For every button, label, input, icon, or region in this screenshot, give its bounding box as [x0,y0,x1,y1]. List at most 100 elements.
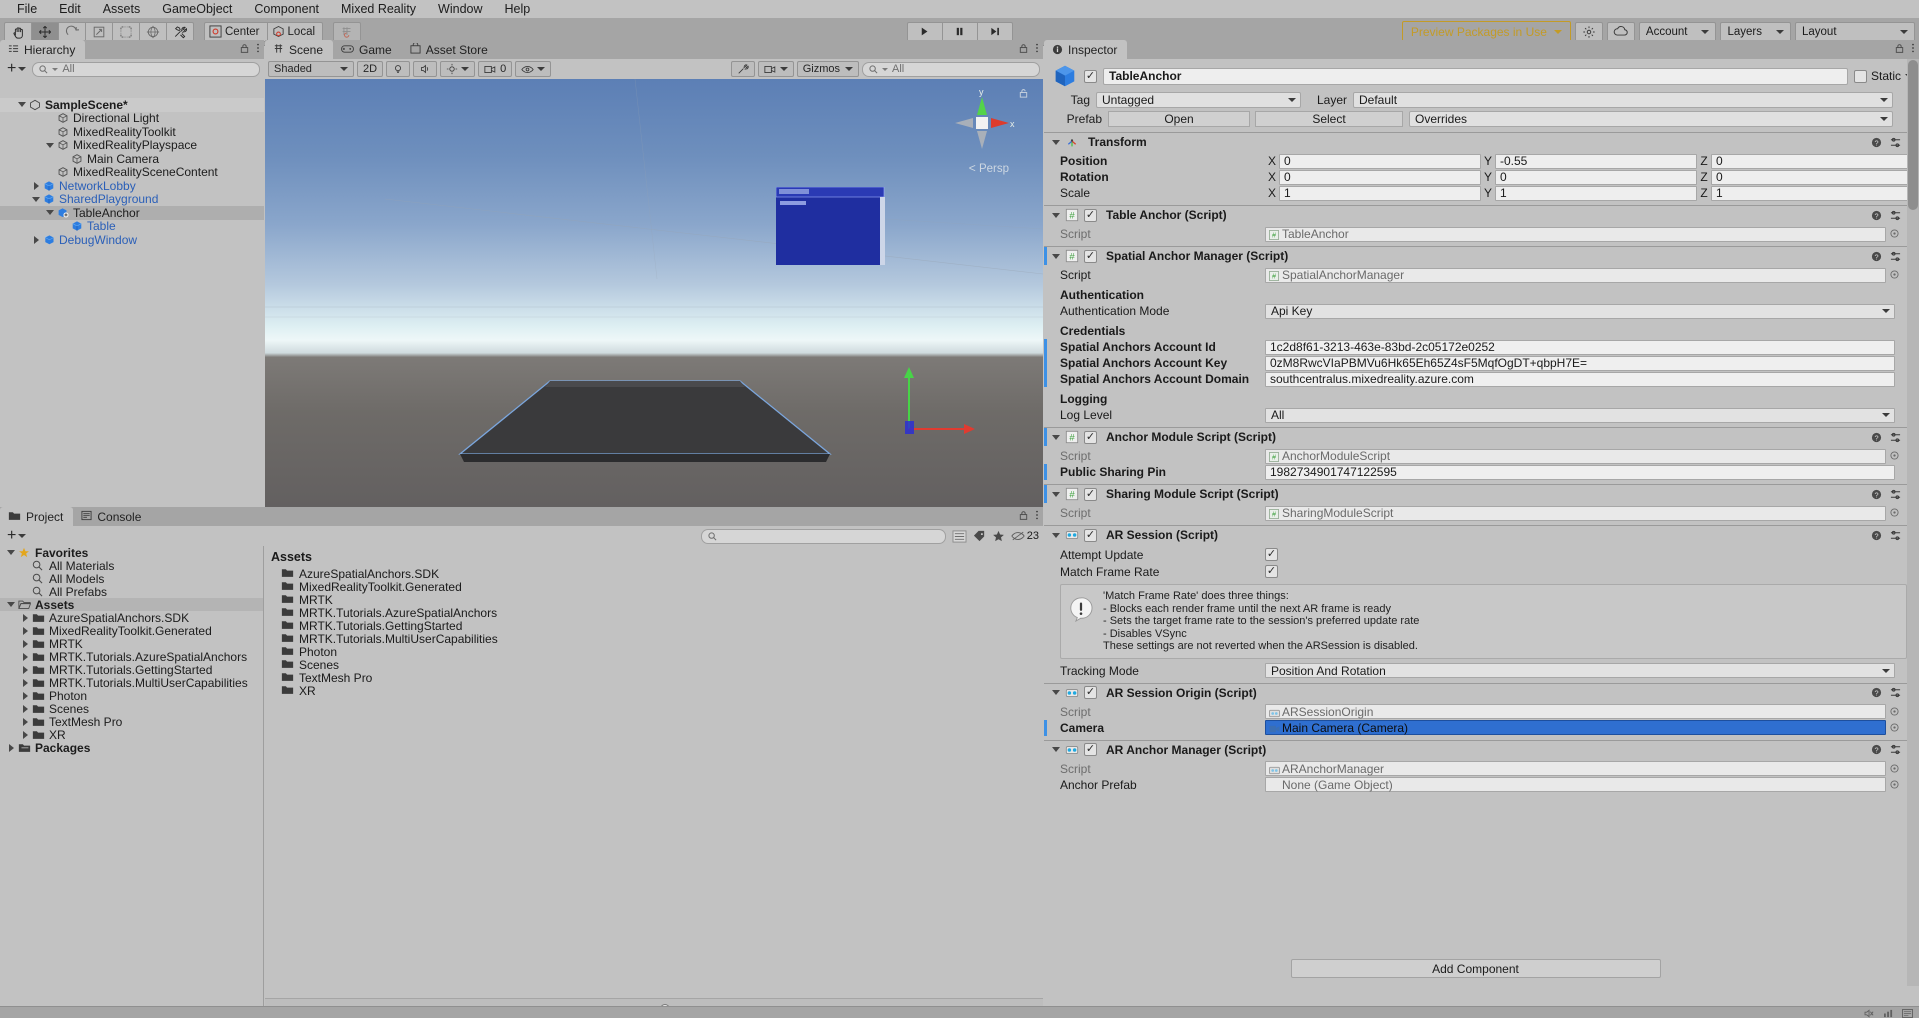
scale-tool-button[interactable] [85,22,113,42]
gizmos-dropdown[interactable]: Gizmos [797,61,859,77]
menu-item-edit[interactable]: Edit [48,0,92,18]
layout-dropdown[interactable]: Layout [1795,22,1915,42]
preset-icon[interactable] [1890,251,1901,262]
foldout-arrow[interactable] [18,718,32,726]
lock-icon[interactable] [1018,43,1029,54]
authentication-mode-dropdown[interactable]: Api Key [1265,304,1895,319]
foldout-arrow[interactable] [18,640,32,648]
scene-gizmo-view-dropdown[interactable] [758,61,794,77]
object-picker-icon[interactable] [1890,778,1899,792]
project-tree-item-azurespatialanchors-sdk[interactable]: AzureSpatialAnchors.SDK [0,611,263,624]
project-asset-item[interactable]: Photon [265,645,1043,658]
gameobject-enabled-checkbox[interactable] [1084,70,1097,83]
position-y-input[interactable]: -0.55 [1495,154,1697,169]
component-enabled-checkbox[interactable] [1084,743,1097,756]
log-level-dropdown[interactable]: All [1265,408,1895,423]
static-toggle-group[interactable]: Static [1854,69,1913,83]
foldout-arrow[interactable] [18,653,32,661]
hierarchy-item-mixedrealityplayspace[interactable]: MixedRealityPlayspace [0,139,264,153]
project-asset-item[interactable]: TextMesh Pro [265,671,1043,684]
preset-icon[interactable] [1890,210,1901,221]
preset-icon[interactable] [1890,744,1901,755]
component-header-ar-session-script[interactable]: AR Session (Script)? [1044,526,1919,544]
object-picker-icon[interactable] [1890,506,1899,520]
position-x-input[interactable]: 0 [1279,154,1481,169]
prefab-open-button[interactable]: Open [1108,111,1250,127]
object-picker-icon[interactable] [1890,227,1899,241]
hierarchy-item-networklobby[interactable]: NetworkLobby [0,179,264,193]
help-icon[interactable]: ? [1871,530,1882,541]
lock-icon[interactable] [1894,43,1905,54]
pause-button[interactable] [942,22,978,42]
tab-console[interactable]: Console [73,507,151,526]
menu-item-window[interactable]: Window [427,0,493,18]
component-header-anchor-module-script-script[interactable]: #Anchor Module Script (Script)? [1044,428,1919,446]
object-picker-icon[interactable] [1890,449,1899,463]
scale-y-input[interactable]: 1 [1495,186,1697,201]
project-tree-item-mrtk-tutorials-multiusercapabilities[interactable]: MRTK.Tutorials.MultiUserCapabilities [0,676,263,689]
project-tree-item-mrtk-tutorials-azurespatialanchors[interactable]: MRTK.Tutorials.AzureSpatialAnchors [0,650,263,663]
component-header-sharing-module-script-script[interactable]: #Sharing Module Script (Script)? [1044,485,1919,503]
menu-item-assets[interactable]: Assets [92,0,152,18]
project-tree-item-xr[interactable]: XR [0,728,263,741]
foldout-arrow[interactable] [16,102,28,107]
component-enabled-checkbox[interactable] [1084,686,1097,699]
foldout-arrow[interactable] [1052,254,1060,259]
project-tree-item-textmesh-pro[interactable]: TextMesh Pro [0,715,263,728]
project-tree-item-photon[interactable]: Photon [0,689,263,702]
position-z-input[interactable]: 0 [1711,154,1913,169]
foldout-arrow[interactable] [4,550,18,555]
kebab-menu-icon[interactable] [1035,509,1039,521]
scene-visibility-dropdown[interactable] [515,61,551,77]
project-folder-tree[interactable]: FavoritesAll MaterialsAll ModelsAll Pref… [0,546,264,1018]
transform-gizmo[interactable] [880,329,990,439]
foldout-arrow[interactable] [30,182,42,190]
tab-game[interactable]: Game [333,40,402,59]
hand-tool-button[interactable] [4,22,32,42]
scene-audio-toggle[interactable] [413,61,437,77]
menu-item-gameobject[interactable]: GameObject [151,0,243,18]
anchor-prefab-object-field[interactable]: None (Game Object) [1265,777,1886,792]
help-icon[interactable]: ? [1871,251,1882,262]
match-frame-rate-checkbox[interactable] [1265,565,1278,578]
prefab-overrides-dropdown[interactable]: Overrides [1409,111,1893,127]
hierarchy-item-directional-light[interactable]: Directional Light [0,112,264,126]
script-object-field[interactable]: ARAnchorManager [1265,761,1886,776]
project-asset-item[interactable]: AzureSpatialAnchors.SDK [265,567,1043,580]
foldout-arrow[interactable] [4,602,18,607]
menu-item-help[interactable]: Help [494,0,542,18]
project-asset-item[interactable]: MRTK.Tutorials.MultiUserCapabilities [265,632,1043,645]
component-enabled-checkbox[interactable] [1084,488,1097,501]
component-enabled-checkbox[interactable] [1084,431,1097,444]
component-enabled-checkbox[interactable] [1084,209,1097,222]
help-icon[interactable]: ? [1871,137,1882,148]
kebab-menu-icon[interactable] [1911,42,1915,54]
project-asset-item[interactable]: MRTK.Tutorials.GettingStarted [265,619,1043,632]
console-status-icon[interactable] [1902,1009,1913,1018]
project-tree-item-assets[interactable]: Assets [0,598,263,611]
scene-viewport[interactable]: y x < Persp [265,79,1043,507]
project-tree-item-all-models[interactable]: All Models [0,572,263,585]
hierarchy-search-input[interactable]: All [32,62,260,77]
help-icon[interactable]: ? [1871,489,1882,500]
custom-tool-button[interactable] [166,22,194,42]
scale-x-input[interactable]: 1 [1279,186,1481,201]
project-tree-item-mrtk-tutorials-gettingstarted[interactable]: MRTK.Tutorials.GettingStarted [0,663,263,676]
favorite-star-icon[interactable] [992,530,1005,543]
public-sharing-pin-input[interactable]: 1982734901747122595 [1265,465,1895,480]
spatial-anchors-account-id-input[interactable]: 1c2d8f61-3213-463e-83bd-2c05172e0252 [1265,340,1895,355]
add-component-button[interactable]: Add Component [1291,959,1661,978]
hierarchy-item-table[interactable]: Table [0,220,264,234]
services-button[interactable] [1575,22,1603,42]
preset-icon[interactable] [1890,687,1901,698]
foldout-arrow[interactable] [1052,690,1060,695]
tab-asset-store[interactable]: Asset Store [402,40,498,59]
foldout-arrow[interactable] [4,744,18,752]
scene-fx-dropdown[interactable] [440,61,475,77]
preset-icon[interactable] [1890,432,1901,443]
scene-projection-label[interactable]: < Persp [969,161,1009,175]
hierarchy-item-sharedplayground[interactable]: SharedPlayground [0,193,264,207]
tab-scene[interactable]: Scene [265,40,333,59]
help-icon[interactable]: ? [1871,432,1882,443]
pivot-rotation-button[interactable]: Local [267,22,324,42]
